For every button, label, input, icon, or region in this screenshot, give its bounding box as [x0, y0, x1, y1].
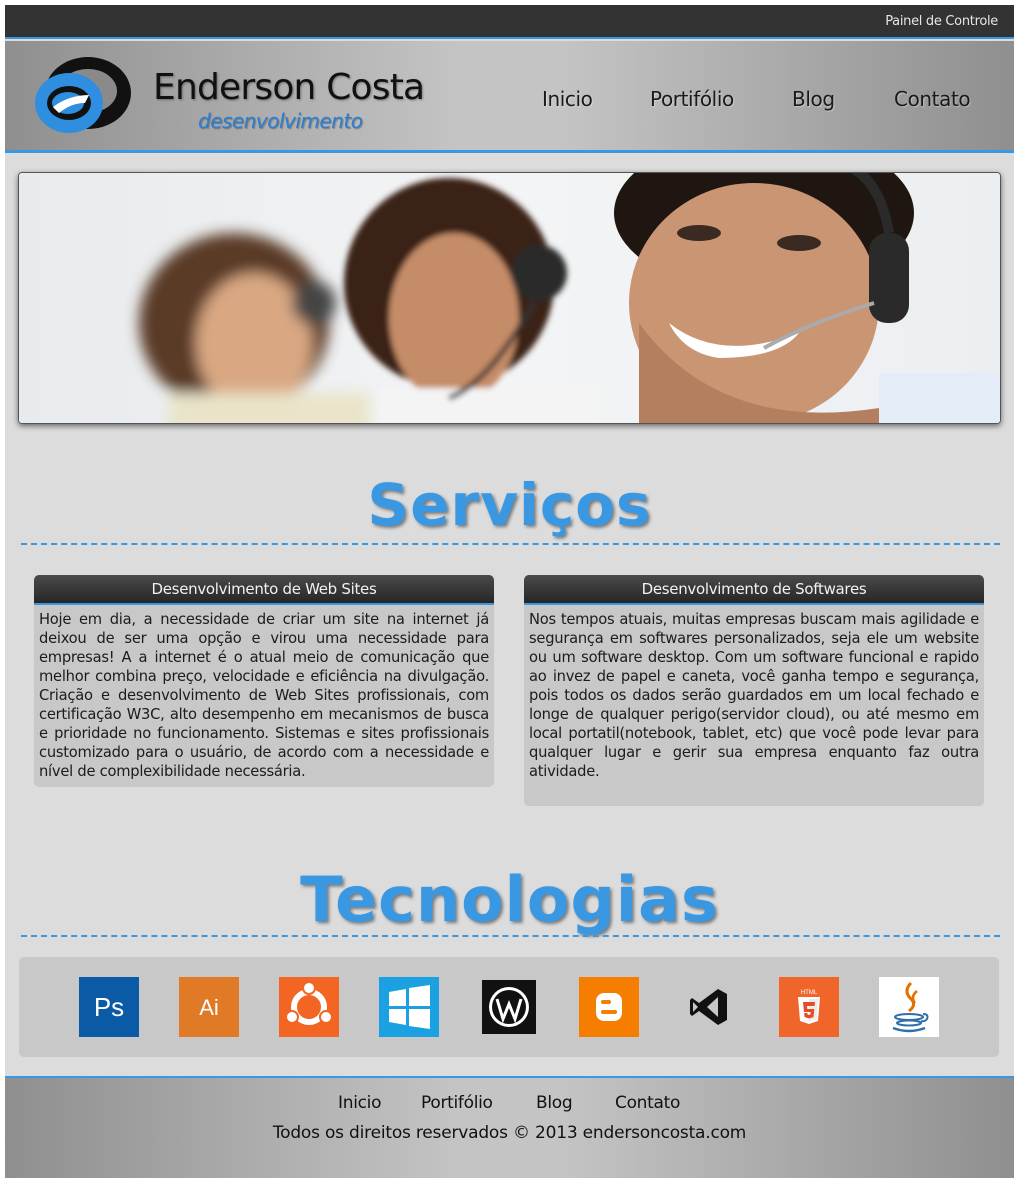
- windows-icon: [379, 977, 439, 1037]
- copyright-text: Todos os direitos reservados © 2013 ende…: [272, 1123, 747, 1143]
- footer-nav-contato[interactable]: Contato: [615, 1093, 680, 1113]
- technologies-divider: [21, 935, 1000, 937]
- service-card-heading: Desenvolvimento de Web Sites: [34, 575, 494, 605]
- technologies-title: Tecnologias: [300, 863, 719, 936]
- service-card-text: Hoje em dia, a necessidade de criar um s…: [39, 611, 489, 780]
- services-divider: [21, 543, 1000, 545]
- illustrator-label: Ai: [199, 995, 219, 1020]
- footer-nav-blog[interactable]: Blog: [536, 1093, 573, 1113]
- html5-label: HTML: [801, 990, 818, 996]
- services-title: Serviços: [367, 471, 652, 539]
- site-footer: Inicio Portifólio Blog Contato Todos os …: [5, 1076, 1014, 1178]
- photoshop-icon: Ps: [79, 977, 139, 1037]
- illustrator-icon: Ai: [179, 977, 239, 1037]
- nav-item-blog[interactable]: Blog: [792, 87, 835, 111]
- visual-studio-icon: [690, 989, 727, 1025]
- service-card-heading: Desenvolvimento de Softwares: [524, 575, 984, 605]
- footer-nav-portifolio[interactable]: Portifólio: [421, 1093, 493, 1113]
- java-icon: [879, 977, 939, 1037]
- nav-item-contato[interactable]: Contato: [894, 87, 971, 111]
- site-header: Enderson Costa desenvolvimento Inicio Po…: [5, 41, 1014, 153]
- control-panel-link[interactable]: Painel de Controle: [885, 14, 998, 29]
- hero-banner-image: [18, 172, 1001, 424]
- footer-nav-inicio[interactable]: Inicio: [338, 1093, 381, 1113]
- technologies-strip: Ps Ai HTML: [19, 957, 999, 1057]
- top-bar: Painel de Controle: [5, 5, 1014, 39]
- main-nav: Inicio Portifólio Blog Contato: [5, 87, 1014, 117]
- wordpress-icon: [482, 980, 536, 1034]
- photoshop-label: Ps: [94, 992, 124, 1022]
- page: Painel de Controle Enderson Costa desenv…: [5, 5, 1014, 1178]
- service-card-web: Desenvolvimento de Web Sites Hoje em dia…: [34, 575, 494, 787]
- service-card-text: Nos tempos atuais, muitas empresas busca…: [529, 611, 979, 780]
- service-card-software: Desenvolvimento de Softwares Nos tempos …: [524, 575, 984, 806]
- nav-item-portifolio[interactable]: Portifólio: [650, 87, 734, 111]
- blogger-icon: [579, 977, 639, 1037]
- nav-item-inicio[interactable]: Inicio: [542, 87, 593, 111]
- html5-icon: HTML: [779, 977, 839, 1037]
- ubuntu-icon: [279, 977, 339, 1037]
- call-center-photo: [19, 173, 1000, 423]
